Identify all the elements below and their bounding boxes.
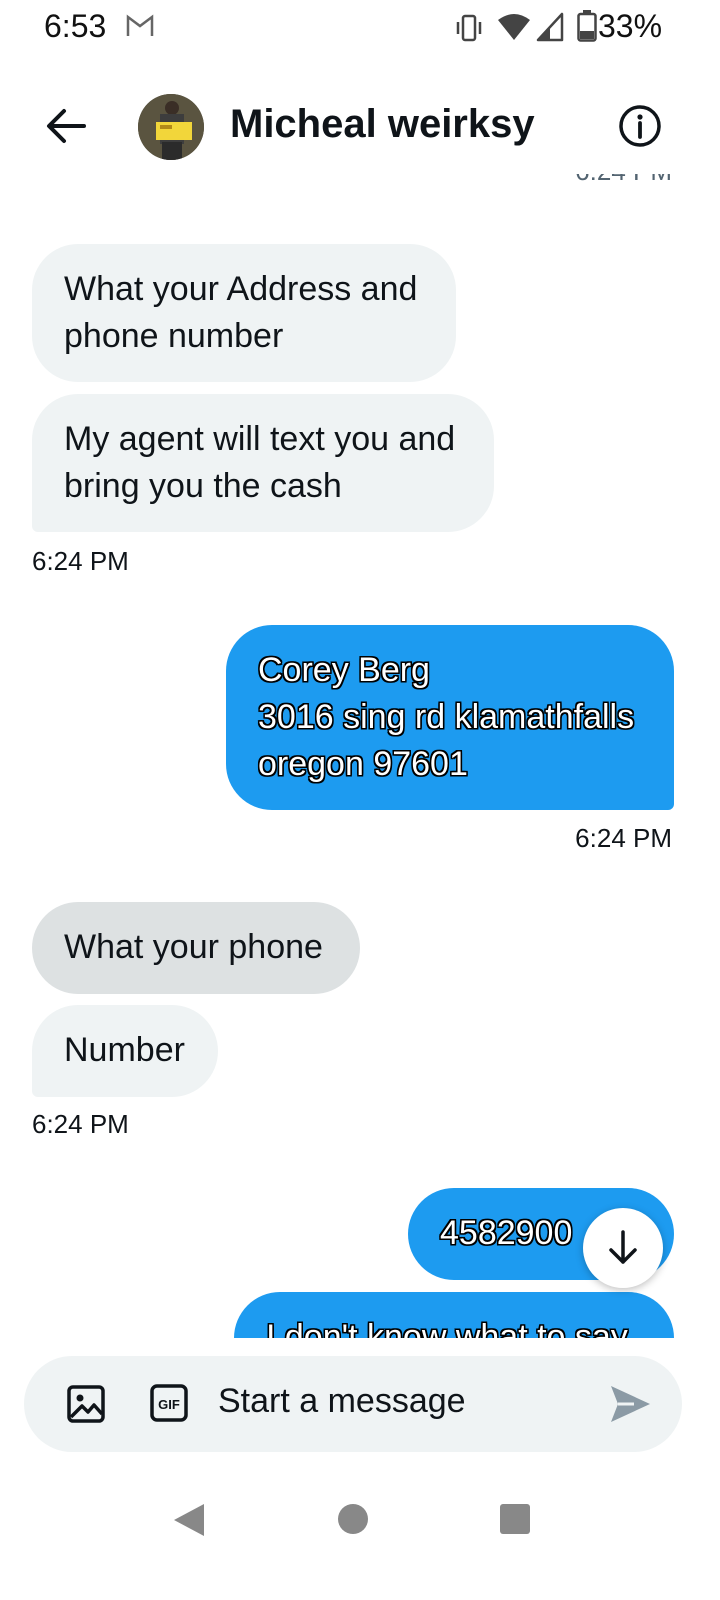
status-time: 6:53 [44,8,107,44]
message-input[interactable] [218,1382,578,1421]
message-text-line: oregon 97601 [258,745,468,783]
incoming-message[interactable]: What your Address and phone number [32,244,456,382]
message-text-line: Corey Berg [258,651,430,689]
incoming-message[interactable]: Number [32,1005,218,1097]
arrow-down-icon [609,1230,637,1264]
message-text: What your Address and phone number [64,270,418,355]
message-text-line: bring you the cash [64,467,342,505]
incoming-message[interactable]: What your phone [32,902,360,994]
outgoing-message[interactable]: I don't know what to say [234,1292,674,1338]
message-timestamp: 6:24 PM [575,823,672,853]
message-composer: GIF [24,1356,682,1452]
vibrate-icon [456,14,482,42]
nav-back-icon[interactable] [172,1502,206,1538]
gif-icon[interactable]: GIF [150,1384,188,1422]
message-text: What your phone [64,928,323,966]
send-icon[interactable] [608,1382,652,1426]
incoming-message[interactable]: My agent will text you and bring you the… [32,394,494,532]
message-text: I don't know what to say [266,1318,628,1338]
system-navigation-bar [0,1470,720,1600]
cut-off-timestamp: 6:24 PM [572,174,672,194]
gmail-notification-icon [126,14,154,36]
conversation-header: Micheal weirksy 6:24 PM [0,56,720,196]
message-text: 4582900 [440,1214,573,1252]
back-arrow-icon[interactable] [40,100,92,152]
image-icon[interactable] [66,1384,106,1424]
message-text-line: 3016 sing rd klamathfalls [258,698,635,736]
contact-avatar[interactable] [138,94,204,160]
nav-home-icon[interactable] [338,1504,368,1534]
gif-label: GIF [158,1397,180,1412]
wifi-icon [498,14,530,40]
info-icon[interactable] [614,100,666,152]
message-text: Number [64,1031,185,1069]
message-text-line: My agent will text you and [64,420,456,458]
cut-off-timestamp-text: 6:24 PM [575,174,672,187]
avatar-photo [138,94,204,160]
status-bar: 6:53 33% [0,0,720,56]
message-list[interactable]: What your Address and phone number My ag… [0,196,720,1338]
outgoing-message[interactable]: Corey Berg 3016 sing rd klamathfalls ore… [226,625,674,810]
nav-recents-icon[interactable] [500,1504,530,1534]
message-timestamp: 6:24 PM [32,1109,129,1139]
contact-name[interactable]: Micheal weirksy [230,102,535,147]
message-timestamp: 6:24 PM [32,546,129,576]
scroll-to-bottom-button[interactable] [583,1208,663,1288]
cell-signal-icon [536,12,564,42]
battery-icon [577,10,597,42]
battery-percentage: 33% [598,8,663,44]
